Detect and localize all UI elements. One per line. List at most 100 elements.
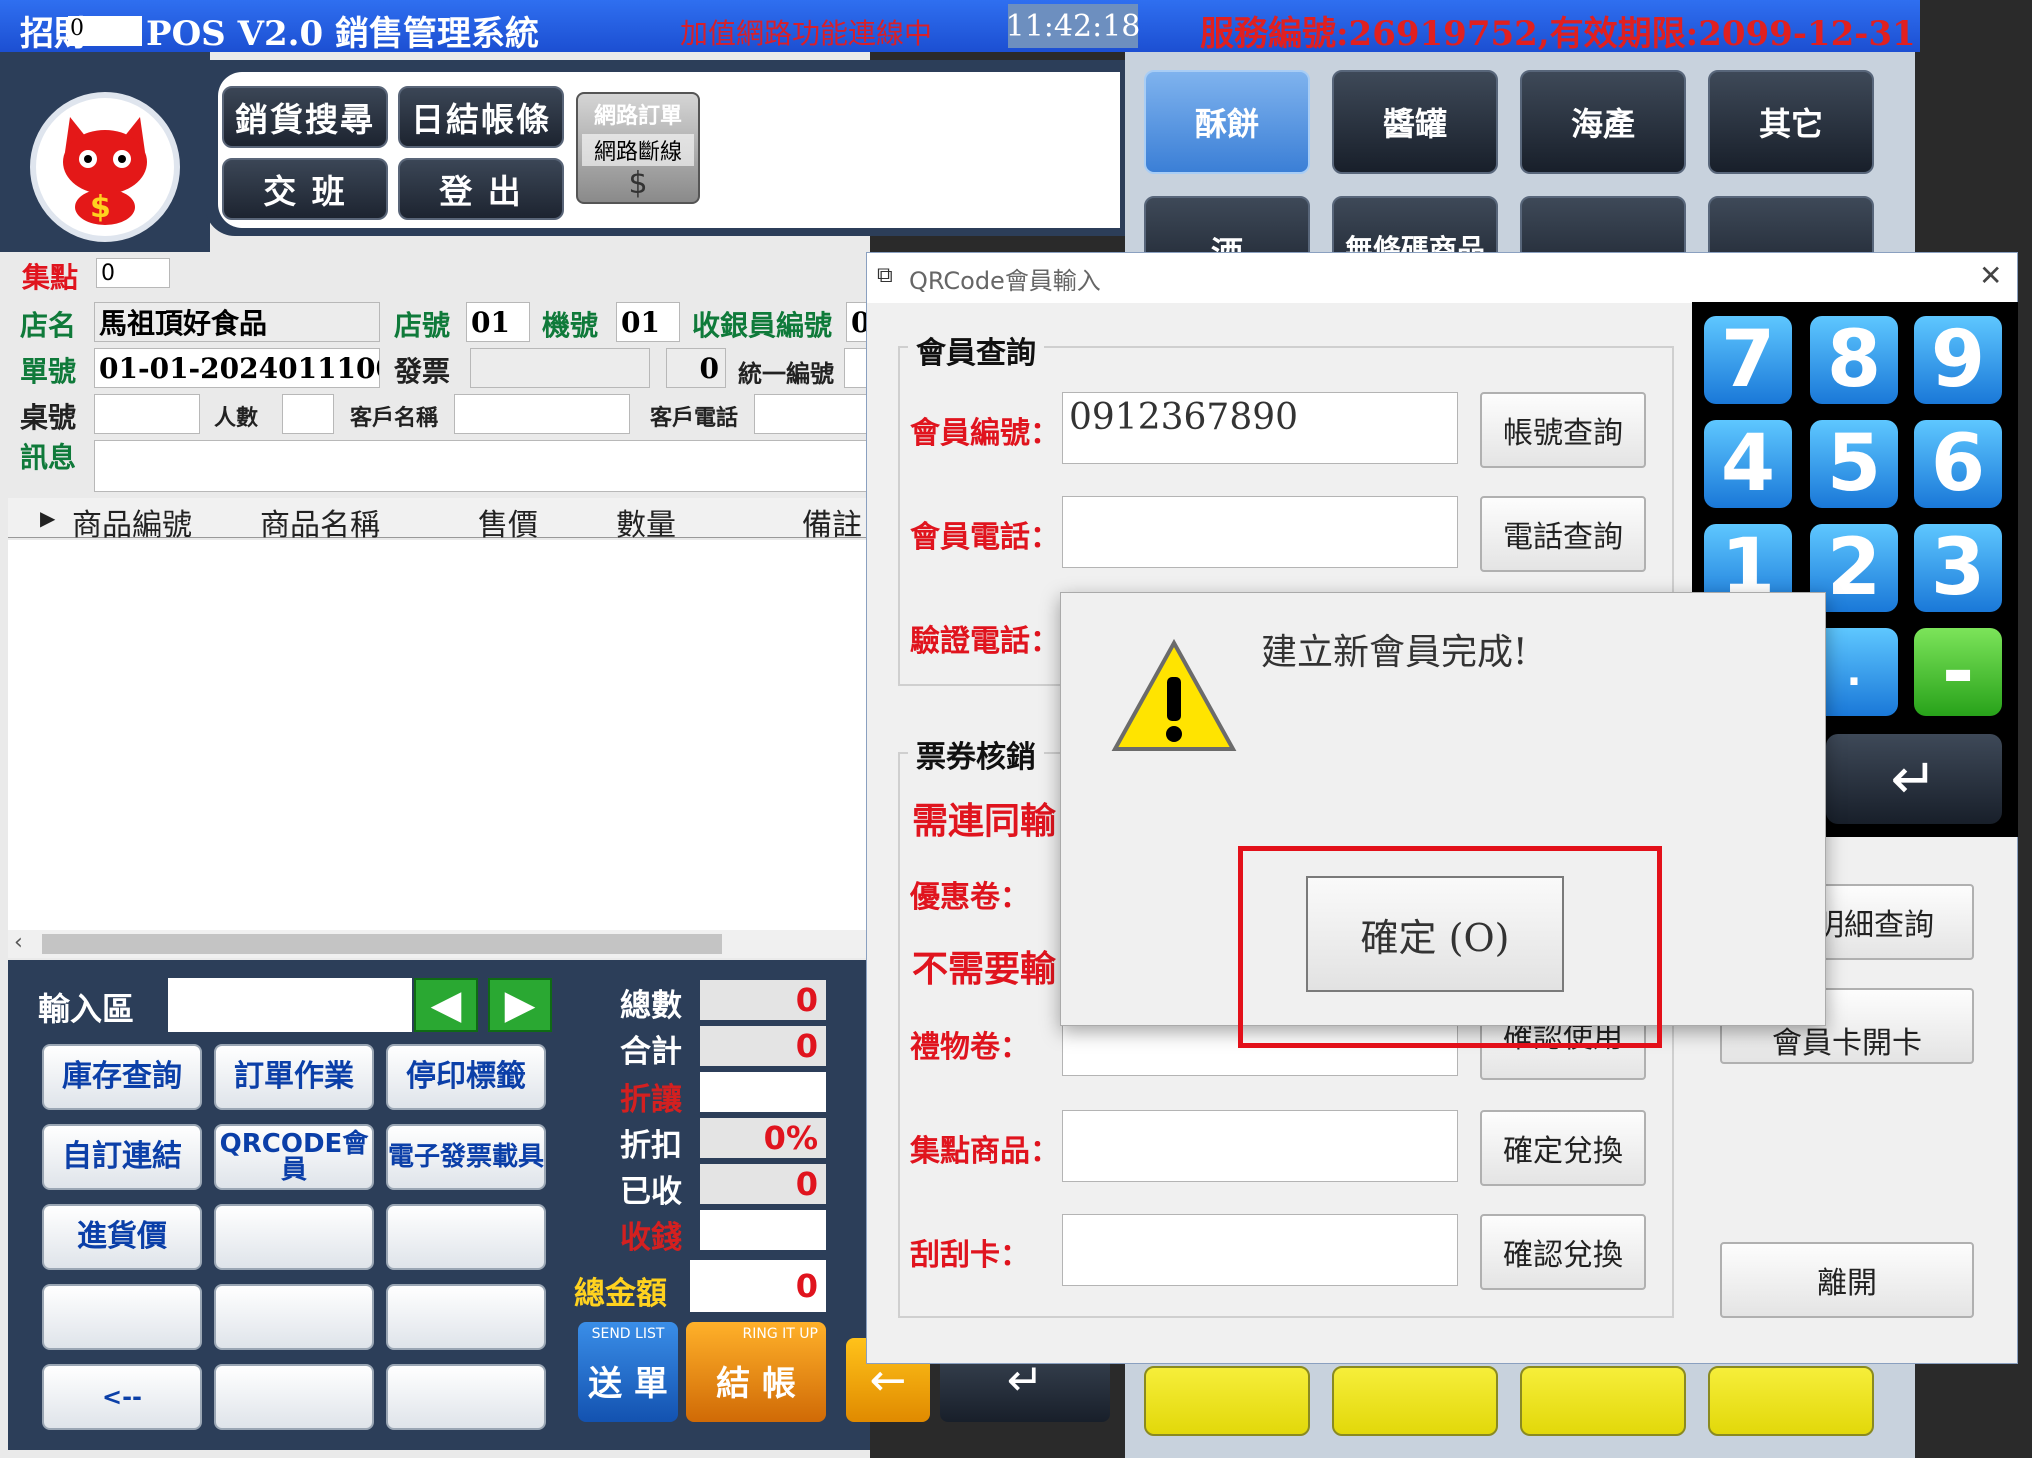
store-name-label: 店名 xyxy=(20,309,77,342)
app-title-bar: 招財 0 POS V2.0 銷售管理系統 加值網路功能連線中 11:42:18 … xyxy=(0,0,1920,54)
tax-id-label: 統一編號 xyxy=(738,360,834,388)
points-goods-input[interactable] xyxy=(1062,1110,1458,1182)
people-field[interactable] xyxy=(282,394,334,434)
qrcode-member-button[interactable]: QRCODE會員 xyxy=(214,1124,374,1190)
checkout-label: 結 帳 xyxy=(716,1364,796,1404)
key-minus[interactable]: - xyxy=(1914,627,2002,717)
key-7[interactable]: 7 xyxy=(1704,315,1792,405)
lucky-cat-logo-icon: $ xyxy=(30,92,180,242)
col-note[interactable]: 備註 xyxy=(802,500,862,544)
col-price[interactable]: 售價 xyxy=(478,500,538,544)
invoice-count: 0 xyxy=(666,348,726,388)
sales-search-button[interactable]: 銷貨搜尋 xyxy=(222,86,388,148)
product-button-2[interactable] xyxy=(1332,1366,1498,1436)
stock-query-button[interactable]: 庫存查詢 xyxy=(42,1044,202,1110)
service-info: 服務編號:26919752,有效期限:2099-12-31 xyxy=(1200,14,1916,54)
row-indicator-icon: ▶ xyxy=(40,506,56,530)
key-4[interactable]: 4 xyxy=(1704,419,1792,509)
send-list-caption: SEND LIST xyxy=(591,1326,665,1342)
blank-button-1[interactable] xyxy=(214,1204,374,1270)
no-need-note: 不需要輸 xyxy=(912,948,1057,990)
scrollbar-thumb[interactable] xyxy=(42,934,722,954)
col-item-code[interactable]: 商品編號 xyxy=(72,500,192,544)
coupon-label: 優惠卷： xyxy=(910,880,1030,915)
account-query-button[interactable]: 帳號查詢 xyxy=(1480,392,1646,468)
e-invoice-carrier-button[interactable]: 電子發票載具 xyxy=(386,1124,546,1190)
shift-change-button[interactable]: 交 班 xyxy=(222,158,388,220)
stop-label-print-button[interactable]: 停印標籤 xyxy=(386,1044,546,1110)
order-no-field: 01-01-202401110001 xyxy=(94,348,380,388)
scroll-left-icon[interactable]: ‹ xyxy=(14,930,23,955)
phone-query-button[interactable]: 電話查詢 xyxy=(1480,496,1646,572)
verify-phone-label: 驗證電話： xyxy=(910,624,1060,659)
cashier-label: 收銀員編號 xyxy=(692,309,833,342)
checkout-caption: RING IT UP xyxy=(742,1326,818,1342)
machine-no-label: 機號 xyxy=(542,309,599,342)
item-grid-header: ▶ 商品編號 商品名稱 售價 數量 備註 xyxy=(8,498,870,543)
blank-button-7[interactable] xyxy=(386,1364,546,1430)
category-button-3[interactable]: 海產 xyxy=(1520,70,1686,174)
arrow-right-icon[interactable]: ▶ xyxy=(488,978,552,1032)
daily-close-button[interactable]: 日結帳條 xyxy=(398,86,564,148)
highlight-rectangle xyxy=(1238,846,1662,1048)
confirm-redeem-button[interactable]: 確認兌換 xyxy=(1480,1214,1646,1290)
customer-name-label: 客戶名稱 xyxy=(350,406,439,431)
keypad-enter-icon[interactable]: ↵ xyxy=(1826,734,2002,824)
blank-button-4[interactable] xyxy=(214,1284,374,1350)
title-input[interactable]: 0 xyxy=(68,16,142,46)
scratch-card-input[interactable] xyxy=(1062,1214,1458,1286)
category-button-1[interactable]: 酥餅 xyxy=(1144,70,1310,174)
key-5[interactable]: 5 xyxy=(1810,419,1898,509)
points-field[interactable]: 0 xyxy=(96,258,170,288)
horizontal-scrollbar[interactable]: ‹ xyxy=(8,930,870,958)
col-item-name[interactable]: 商品名稱 xyxy=(260,500,380,544)
order-work-button[interactable]: 訂單作業 xyxy=(214,1044,374,1110)
item-grid[interactable] xyxy=(8,540,870,930)
discount-value: 0% xyxy=(700,1118,826,1158)
invoice-field xyxy=(470,348,650,388)
blank-button-5[interactable] xyxy=(386,1284,546,1350)
key-3[interactable]: 3 xyxy=(1914,523,2002,613)
blank-button-6[interactable] xyxy=(214,1364,374,1430)
product-button-3[interactable] xyxy=(1520,1366,1686,1436)
logo-area: $ xyxy=(0,52,210,252)
online-order-button[interactable]: 網路訂單 網路斷線 $ xyxy=(576,92,700,204)
customer-name-field[interactable] xyxy=(454,394,630,434)
leave-button[interactable]: 離開 xyxy=(1720,1242,1974,1318)
input-area-field[interactable] xyxy=(168,978,412,1032)
voucher-title: 票券核銷 xyxy=(908,732,1044,776)
table-no-field[interactable] xyxy=(94,394,200,434)
send-list-button[interactable]: SEND LIST 送 單 xyxy=(578,1322,678,1422)
close-icon[interactable]: ✕ xyxy=(1979,259,2002,292)
confirm-exchange-button[interactable]: 確定兌換 xyxy=(1480,1110,1646,1186)
need-sync-note: 需連同輸 xyxy=(912,800,1057,842)
points-goods-label: 集點商品： xyxy=(910,1134,1060,1169)
category-button-2[interactable]: 醬罐 xyxy=(1332,70,1498,174)
blank-button-3[interactable] xyxy=(42,1284,202,1350)
product-button-1[interactable] xyxy=(1144,1366,1310,1436)
product-button-4[interactable] xyxy=(1708,1366,1874,1436)
backspace-button[interactable]: <-- xyxy=(42,1364,202,1430)
people-label: 人數 xyxy=(214,406,259,431)
message-field xyxy=(94,440,870,492)
logout-button[interactable]: 登 出 xyxy=(398,158,564,220)
subtotal-label: 合計 xyxy=(620,1034,682,1070)
category-button-4[interactable]: 其它 xyxy=(1708,70,1874,174)
member-no-input[interactable]: 0912367890 xyxy=(1062,392,1458,464)
key-6[interactable]: 6 xyxy=(1914,419,2002,509)
discount-amount-label: 折讓 xyxy=(620,1082,682,1118)
blank-button-2[interactable] xyxy=(386,1204,546,1270)
coin-icon: $ xyxy=(628,166,648,201)
member-phone-input[interactable] xyxy=(1062,496,1458,568)
key-8[interactable]: 8 xyxy=(1810,315,1898,405)
scratch-card-label: 刮刮卡： xyxy=(910,1238,1030,1273)
custom-link-button[interactable]: 自訂連結 xyxy=(42,1124,202,1190)
key-9[interactable]: 9 xyxy=(1914,315,2002,405)
change-value xyxy=(700,1210,826,1250)
purchase-price-button[interactable]: 進貨價 xyxy=(42,1204,202,1270)
col-quantity[interactable]: 數量 xyxy=(616,500,676,544)
checkout-button[interactable]: RING IT UP 結 帳 xyxy=(686,1322,826,1422)
customer-phone-field[interactable] xyxy=(754,394,870,434)
arrow-left-icon[interactable]: ◀ xyxy=(414,978,478,1032)
input-area-label: 輸入區 xyxy=(38,990,135,1028)
